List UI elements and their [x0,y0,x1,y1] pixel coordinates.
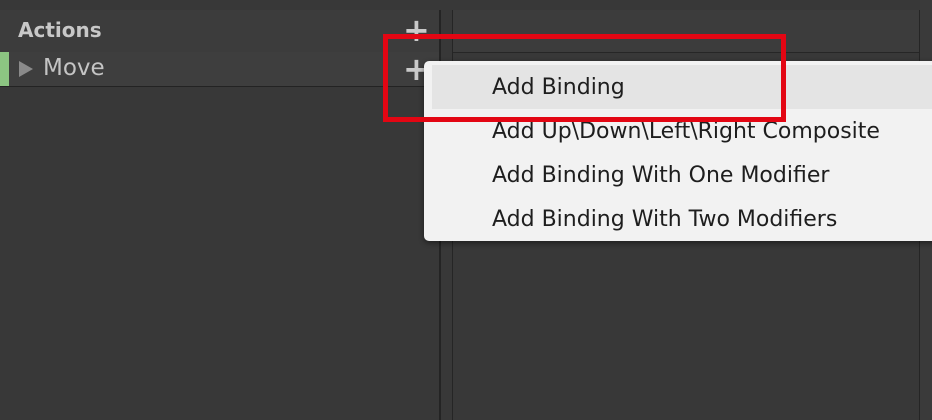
actions-header: Actions + [0,10,439,53]
action-label: Move [43,55,105,81]
action-color-bar [0,52,9,86]
actions-title: Actions [18,18,102,42]
menu-item-label: Add Binding With Two Modifiers [492,207,838,232]
menu-item-label: Add Up\Down\Left\Right Composite [492,119,880,144]
menu-item-label: Add Binding With One Modifier [492,163,830,188]
input-actions-editor: Actions + Move + Add Binding Add Up\Down… [0,0,932,420]
menu-item-add-two-modifiers[interactable]: Add Binding With Two Modifiers [432,197,932,241]
highlight-annotation-box [383,34,786,122]
actions-panel: Actions + Move + [0,10,441,420]
action-item-move[interactable]: Move + [0,52,439,87]
triangle-right-icon[interactable] [19,61,33,77]
menu-item-add-one-modifier[interactable]: Add Binding With One Modifier [432,153,932,197]
